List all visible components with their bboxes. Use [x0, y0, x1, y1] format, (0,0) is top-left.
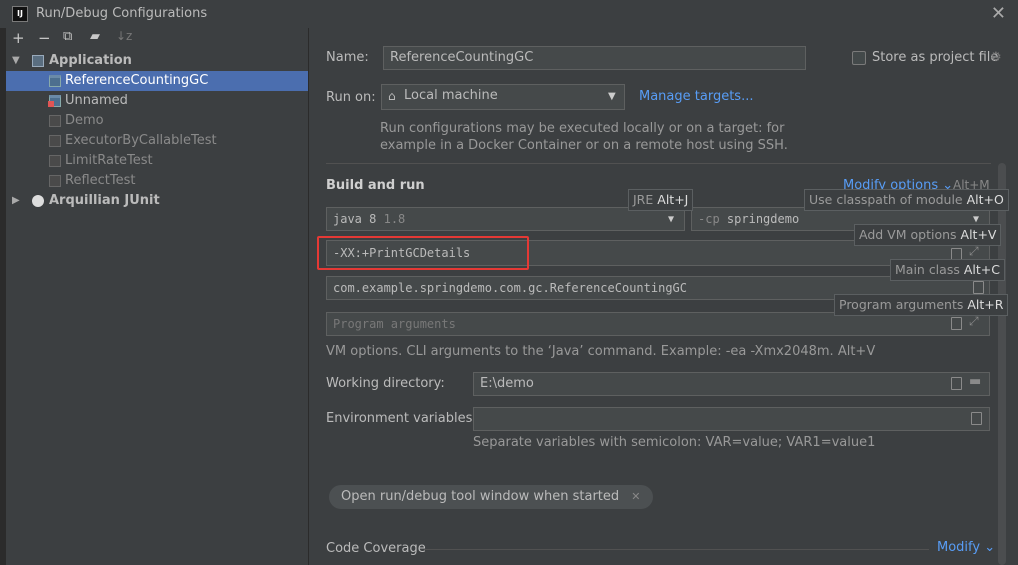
expand-icon[interactable]: ⤢	[969, 244, 979, 259]
run-config-icon	[49, 75, 61, 87]
folder-icon[interactable]: ▰	[90, 29, 100, 44]
tree-group-arquillian-junit[interactable]: ▶ Arquillian JUnit	[6, 191, 308, 211]
temporary-config-icon	[49, 135, 61, 147]
tooltip-text: Program arguments	[839, 297, 964, 312]
classpath-tooltip: Use classpath of module Alt+O	[804, 189, 1009, 211]
tree-item-label: ReferenceCountingGC	[65, 73, 209, 88]
home-icon: ⌂	[388, 89, 396, 103]
run-on-select[interactable]: ⌂ Local machine ▼	[381, 84, 625, 110]
tree-toolbar: + − ⧉ ▰ ↓z	[6, 28, 308, 50]
window-title: Run/Debug Configurations	[36, 6, 208, 21]
tree-item-demo[interactable]: Demo	[6, 111, 308, 131]
application-icon	[32, 55, 44, 67]
open-tool-window-label: Open run/debug tool window when started	[341, 489, 620, 504]
jre-version: 1.8	[383, 212, 406, 226]
tree-group-application[interactable]: ▼ Application	[6, 51, 308, 71]
tree-item-label: Unnamed	[65, 93, 128, 108]
chevron-right-icon: ▶	[12, 195, 20, 206]
temporary-config-icon	[49, 115, 61, 127]
build-and-run-title: Build and run	[326, 178, 425, 193]
title-bar: IJ Run/Debug Configurations ✕	[0, 0, 1018, 28]
sort-icon[interactable]: ↓z	[116, 29, 132, 43]
tree-item-label: LimitRateTest	[65, 153, 153, 168]
document-icon[interactable]	[951, 377, 962, 390]
tree-group-label: Arquillian JUnit	[49, 193, 160, 208]
open-tool-window-option[interactable]: Open run/debug tool window when started …	[329, 485, 653, 509]
tooltip-shortcut: Alt+J	[657, 192, 689, 207]
expand-icon[interactable]: ⤢	[969, 314, 979, 329]
tree-item-limitratetest[interactable]: LimitRateTest	[6, 151, 308, 171]
tree-item-referencecountinggc[interactable]: ReferenceCountingGC	[6, 71, 308, 91]
document-icon[interactable]	[973, 281, 984, 294]
manage-targets-link[interactable]: Manage targets...	[639, 89, 753, 104]
run-on-label: Run on:	[326, 90, 376, 105]
document-icon[interactable]	[971, 412, 982, 425]
temporary-config-icon	[49, 175, 61, 187]
tree-item-label: Demo	[65, 113, 104, 128]
chevron-down-icon: ▼	[608, 91, 616, 102]
run-on-hint-line-1: Run configurations may be executed local…	[380, 121, 785, 136]
run-on-value: Local machine	[404, 88, 498, 103]
tree-item-reflecttest[interactable]: ReflectTest	[6, 171, 308, 191]
tooltip-text: JRE	[633, 192, 654, 207]
store-as-project-checkbox[interactable]	[852, 51, 866, 65]
temporary-config-icon	[49, 155, 61, 167]
environment-variables-label: Environment variables:	[326, 411, 477, 426]
error-marker-icon	[48, 101, 54, 107]
tooltip-shortcut: Alt+V	[960, 227, 997, 242]
cp-module-value: springdemo	[726, 212, 800, 226]
tree-item-label: ReflectTest	[65, 173, 136, 188]
document-icon[interactable]	[951, 317, 962, 330]
tree-item-executorbycallabletest[interactable]: ExecutorByCallableTest	[6, 131, 308, 151]
working-directory-label: Working directory:	[326, 376, 445, 391]
config-form: Name: ReferenceCountingGC Store as proje…	[310, 28, 1018, 565]
name-label: Name:	[326, 50, 369, 65]
add-icon[interactable]: +	[12, 29, 25, 47]
jre-value: java 8	[333, 212, 377, 226]
vm-options-tooltip: Add VM options Alt+V	[854, 224, 1002, 246]
gear-icon[interactable]: ⚙	[990, 50, 1002, 65]
tooltip-text: Add VM options	[859, 227, 957, 242]
modify-label: Modify	[937, 540, 981, 555]
run-on-hint-line-2: example in a Docker Container or on a re…	[380, 138, 788, 153]
tooltip-text: Use classpath of module	[809, 192, 963, 207]
arquillian-icon	[32, 195, 44, 207]
config-tree-sidebar: + − ⧉ ▰ ↓z ▼ Application ReferenceCounti…	[6, 28, 309, 565]
vm-options-hint: VM options. CLI arguments to the ‘Java’ …	[326, 344, 876, 359]
tooltip-shortcut: Alt+R	[967, 297, 1004, 312]
tree-item-label: ExecutorByCallableTest	[65, 133, 217, 148]
main-class-tooltip: Main class Alt+C	[890, 259, 1005, 281]
tree-item-unnamed[interactable]: Unnamed	[6, 91, 308, 111]
tooltip-text: Main class	[895, 262, 960, 277]
working-directory-field[interactable]: E:\demo	[473, 372, 990, 396]
program-arguments-tooltip: Program arguments Alt+R	[834, 294, 1009, 316]
tooltip-shortcut: Alt+C	[963, 262, 1000, 277]
modify-link[interactable]: Modify ⌄	[937, 540, 995, 555]
code-coverage-title: Code Coverage	[326, 541, 426, 556]
folder-icon[interactable]: ▬	[969, 374, 981, 389]
tooltip-shortcut: Alt+O	[966, 192, 1004, 207]
divider	[424, 549, 929, 550]
jre-tooltip: JRE Alt+J	[628, 189, 694, 211]
divider	[326, 163, 991, 164]
cp-prefix: -cp	[698, 212, 720, 226]
environment-variables-field[interactable]	[473, 407, 990, 431]
store-as-project-label: Store as project file	[872, 50, 999, 65]
close-icon[interactable]: ✕	[991, 3, 1006, 24]
red-highlight-box	[317, 236, 529, 270]
close-icon[interactable]: ✕	[631, 490, 640, 503]
remove-icon[interactable]: −	[38, 29, 51, 47]
intellij-app-icon: IJ	[12, 6, 28, 22]
environment-variables-hint: Separate variables with semicolon: VAR=v…	[473, 435, 876, 450]
chevron-down-icon: ▼	[668, 214, 675, 225]
name-field[interactable]: ReferenceCountingGC	[383, 46, 806, 70]
tree-group-label: Application	[49, 53, 132, 68]
chevron-down-icon: ▼	[12, 55, 20, 66]
copy-icon[interactable]: ⧉	[63, 29, 72, 44]
